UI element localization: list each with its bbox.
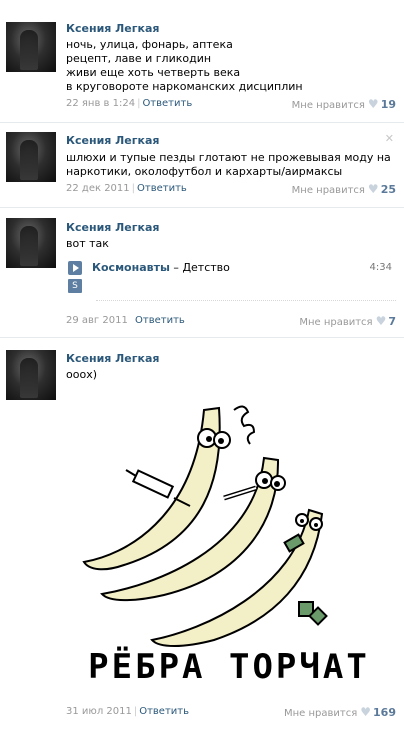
reply-link[interactable]: Ответить bbox=[135, 315, 185, 326]
audio-track[interactable]: Космонавты – Детство 4:34 bbox=[66, 260, 396, 276]
close-icon[interactable]: ✕ bbox=[385, 132, 394, 145]
play-icon[interactable] bbox=[68, 261, 82, 275]
heart-icon: ♥ bbox=[367, 182, 379, 196]
post-text-line: рецепт, лаве и гликодин bbox=[66, 52, 212, 65]
post-text-line: живи еще хоть четверть века bbox=[66, 66, 241, 79]
like-button[interactable]: Мне нравится ♥ 25 bbox=[292, 182, 396, 196]
like-label: Мне нравится bbox=[291, 185, 365, 196]
like-label: Мне нравится bbox=[284, 708, 358, 719]
audio-dash: – bbox=[169, 261, 183, 274]
post-text-line: в круговороте наркоманских дисциплин bbox=[66, 80, 303, 93]
audio-duration: 4:34 bbox=[369, 262, 392, 273]
reply-link[interactable]: Ответить bbox=[142, 98, 192, 109]
like-count: 169 bbox=[373, 706, 396, 719]
post-meta: 29 авг 2011 Ответить bbox=[66, 315, 185, 326]
like-button[interactable]: Мне нравится ♥ 169 bbox=[284, 705, 396, 719]
like-label: Мне нравится bbox=[291, 100, 365, 111]
post-date[interactable]: 22 янв в 1:24 bbox=[66, 98, 135, 109]
avatar[interactable] bbox=[6, 22, 56, 72]
post-image[interactable]: РЁБРА ТОРЧАТ bbox=[64, 390, 394, 700]
divider bbox=[96, 300, 396, 301]
post-text-line: шлюхи и тупые пезды глотают не прожевыва… bbox=[66, 151, 391, 164]
heart-icon: ♥ bbox=[360, 705, 372, 719]
wall-post: Ксения Легкая шлюхи и тупые пезды глотаю… bbox=[0, 122, 404, 208]
heart-icon: ♥ bbox=[367, 97, 379, 111]
wall-post: Ксения Легкая вот так Космонавты – Детст… bbox=[0, 207, 404, 338]
post-meta: 31 июл 2011 | Ответить bbox=[66, 706, 190, 717]
like-label: Мне нравится bbox=[299, 317, 373, 328]
audio-artist: Космонавты bbox=[92, 261, 170, 274]
post-text: ночь, улица, фонарь, аптека рецепт, лаве… bbox=[66, 38, 396, 94]
audio-title[interactable]: Космонавты – Детство bbox=[92, 261, 230, 274]
post-date[interactable]: 31 июл 2011 bbox=[66, 706, 132, 717]
post-text: вот так bbox=[66, 237, 396, 251]
author-name[interactable]: Ксения Легкая bbox=[66, 221, 159, 234]
post-text: шлюхи и тупые пезды глотают не прожевыва… bbox=[66, 151, 396, 179]
post-text-line: наркотики, околофутбол и кархарты/аирмак… bbox=[66, 165, 343, 178]
avatar[interactable] bbox=[6, 132, 56, 182]
heart-icon: ♥ bbox=[375, 314, 387, 328]
reply-link[interactable]: Ответить bbox=[139, 706, 189, 717]
wall-post: Ксения Легкая ночь, улица, фонарь, аптек… bbox=[0, 0, 404, 123]
post-text: ооох) bbox=[66, 368, 396, 382]
image-caption: РЁБРА ТОРЧАТ bbox=[88, 646, 370, 687]
post-text-line: ооох) bbox=[66, 368, 97, 381]
post-date[interactable]: 29 авг 2011 bbox=[66, 315, 128, 326]
like-count: 25 bbox=[380, 183, 396, 196]
like-button[interactable]: Мне нравится ♥ 7 bbox=[299, 314, 396, 328]
post-meta: 22 янв в 1:24 | Ответить bbox=[66, 98, 193, 109]
author-name[interactable]: Ксения Легкая bbox=[66, 22, 159, 35]
audio-song: Детство bbox=[182, 261, 230, 274]
avatar[interactable] bbox=[6, 218, 56, 268]
post-text-line: вот так bbox=[66, 237, 109, 250]
like-count: 7 bbox=[388, 315, 396, 328]
like-button[interactable]: Мне нравится ♥ 19 bbox=[292, 97, 396, 111]
post-text-line: ночь, улица, фонарь, аптека bbox=[66, 38, 233, 51]
author-name[interactable]: Ксения Легкая bbox=[66, 134, 159, 147]
s-button[interactable]: S bbox=[68, 279, 82, 293]
avatar[interactable] bbox=[6, 350, 56, 400]
post-date[interactable]: 22 дек 2011 bbox=[66, 183, 130, 194]
author-name[interactable]: Ксения Легкая bbox=[66, 352, 159, 365]
post-meta: 22 дек 2011 | Ответить bbox=[66, 183, 187, 194]
reply-link[interactable]: Ответить bbox=[137, 183, 187, 194]
like-count: 19 bbox=[380, 98, 396, 111]
